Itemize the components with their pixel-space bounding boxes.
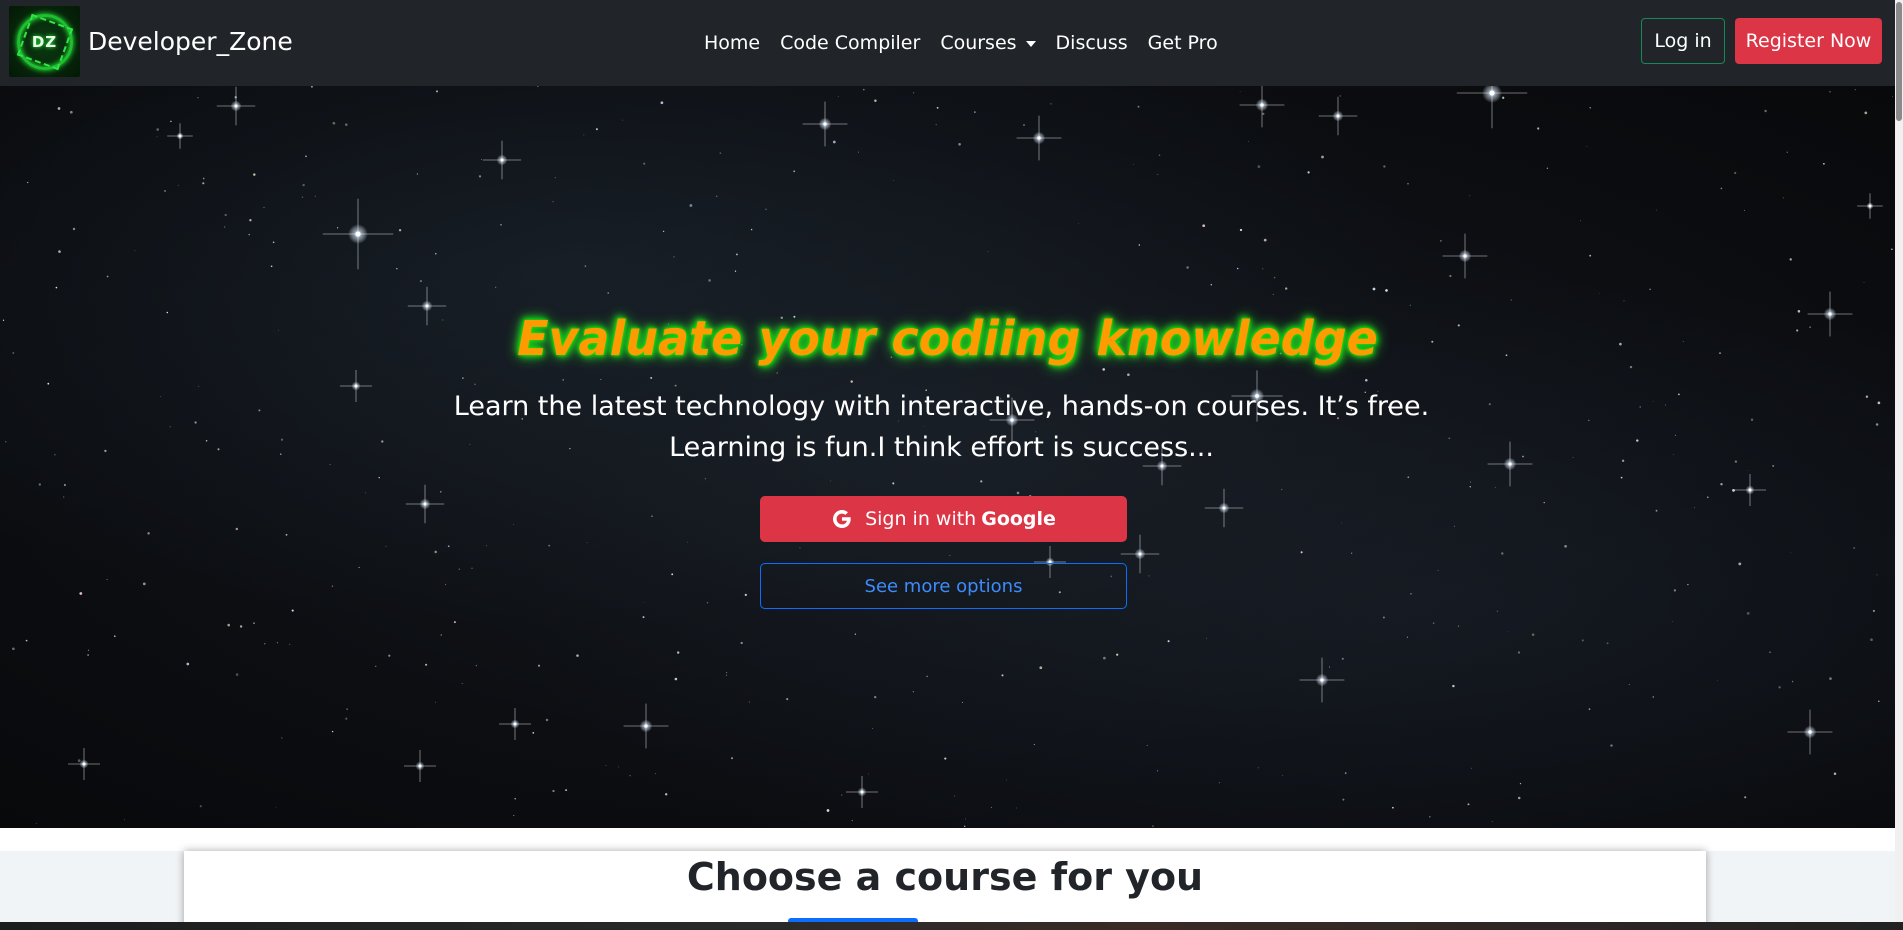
hero-title: Evaluate your codiing knowledge [517, 309, 1378, 367]
nav-link-courses-label: Courses [940, 32, 1017, 54]
register-button[interactable]: Register Now [1735, 18, 1882, 64]
nav-link-home[interactable]: Home [704, 32, 760, 54]
nav-links: Home Code Compiler Courses Discuss Get P… [704, 0, 1238, 86]
google-signin-prefix: Sign in with [865, 508, 977, 530]
login-button[interactable]: Log in [1641, 18, 1725, 64]
page: DZ Developer_Zone Home Code Compiler Cou… [0, 0, 1903, 930]
top-navbar: DZ Developer_Zone Home Code Compiler Cou… [0, 0, 1895, 86]
viewport: DZ Developer_Zone Home Code Compiler Cou… [0, 0, 1895, 930]
nav-link-discuss[interactable]: Discuss [1056, 32, 1128, 54]
logo-text: DZ [31, 32, 58, 51]
page-scrollbar[interactable] [1895, 0, 1903, 930]
scrollbar-thumb[interactable] [1896, 2, 1902, 121]
nav-link-code-compiler[interactable]: Code Compiler [780, 32, 920, 54]
course-heading: Choose a course for you [686, 855, 1204, 899]
nav-link-courses-dropdown[interactable]: Courses [940, 32, 1036, 54]
hero-section: Evaluate your codiing knowledge Learn th… [0, 86, 1895, 828]
google-signin-brand: Google [981, 508, 1056, 530]
brand-name: Developer_Zone [88, 27, 293, 56]
course-section: Choose a course for you [0, 828, 1895, 930]
brand-link[interactable]: DZ Developer_Zone [9, 6, 293, 77]
section-divider [0, 828, 1895, 851]
google-signin-button[interactable]: Sign in with Google [760, 496, 1127, 542]
hero-subtitle: Learn the latest technology with interac… [453, 391, 1430, 463]
taskbar-sliver [0, 922, 1903, 930]
nav-link-get-pro[interactable]: Get Pro [1148, 32, 1218, 54]
logo-icon: DZ [9, 6, 80, 77]
google-icon [831, 508, 853, 530]
chevron-down-icon [1025, 41, 1036, 47]
course-card: Choose a course for you [184, 851, 1706, 930]
see-more-options-button[interactable]: See more options [760, 563, 1127, 609]
